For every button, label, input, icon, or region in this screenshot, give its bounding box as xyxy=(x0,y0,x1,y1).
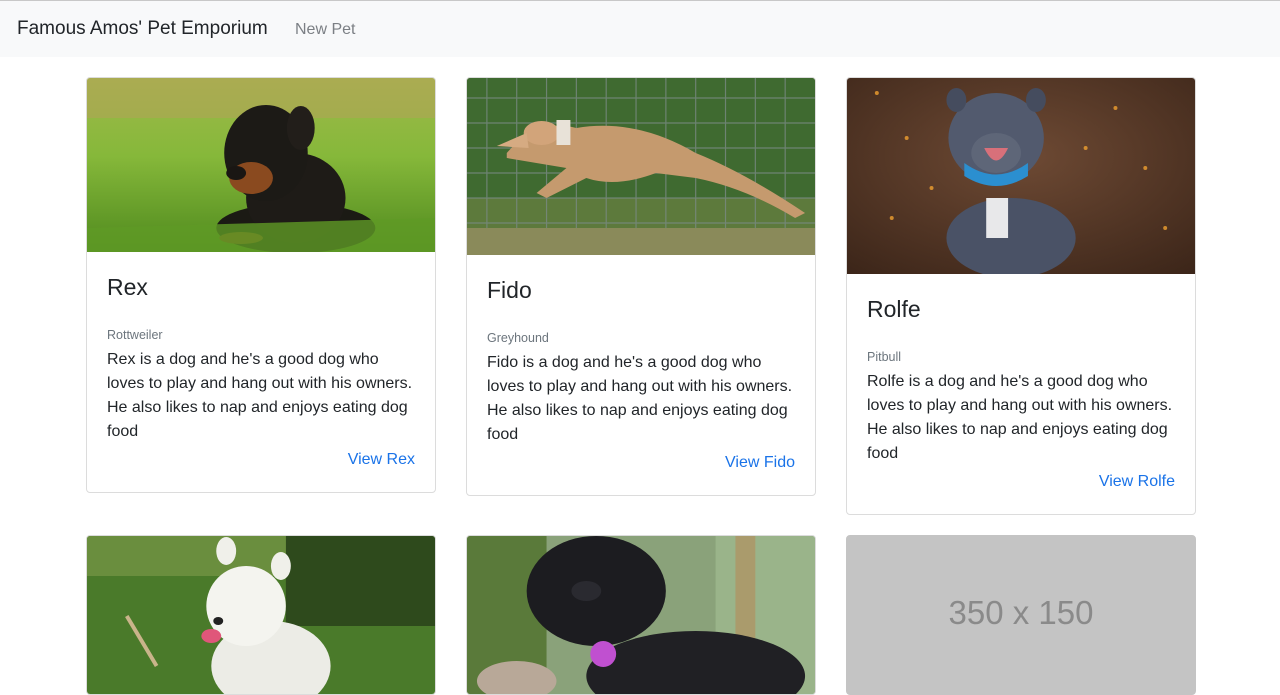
card-image-fido xyxy=(467,78,815,255)
pitbull-image xyxy=(847,78,1195,274)
view-rolfe-link[interactable]: View Rolfe xyxy=(1099,473,1175,491)
view-fido-link[interactable]: View Fido xyxy=(725,454,795,472)
placeholder-text: 350 x 150 xyxy=(948,594,1094,631)
brand-link[interactable]: Famous Amos' Pet Emporium xyxy=(17,18,268,40)
pet-card-rex: Rex Rottweiler Rex is a dog and he's a g… xyxy=(86,77,436,493)
pet-card-placeholder: 350 x 150 xyxy=(846,535,1196,695)
navbar: Famous Amos' Pet Emporium New Pet xyxy=(0,0,1280,57)
card-image-rolfe xyxy=(847,78,1195,274)
westie-image xyxy=(87,536,435,694)
pet-card-rolfe: Rolfe Pitbull Rolfe is a dog and he's a … xyxy=(846,77,1196,515)
card-image-rex xyxy=(87,78,435,252)
pet-breed: Rottweiler xyxy=(107,327,163,342)
pet-card-poodle xyxy=(466,535,816,695)
pet-description: Rolfe is a dog and he's a good dog who l… xyxy=(867,372,1173,462)
pet-description: Rex is a dog and he's a good dog who lov… xyxy=(107,350,413,440)
card-image-westie xyxy=(87,536,435,694)
card-image-placeholder: 350 x 150 xyxy=(847,536,1195,694)
poodle-image xyxy=(467,536,815,694)
card-image-poodle xyxy=(467,536,815,694)
pet-breed: Pitbull xyxy=(867,349,902,364)
card-body-rolfe: Rolfe Pitbull Rolfe is a dog and he's a … xyxy=(847,274,1195,466)
pet-card-fido: Fido Greyhound Fido is a dog and he's a … xyxy=(466,77,816,496)
pet-name: Rex xyxy=(107,274,148,300)
pet-name: Fido xyxy=(487,277,532,303)
pet-breed: Greyhound xyxy=(487,330,549,345)
pet-description: Fido is a dog and he's a good dog who lo… xyxy=(487,353,793,443)
card-body-rex: Rex Rottweiler Rex is a dog and he's a g… xyxy=(87,252,435,444)
view-rex-link[interactable]: View Rex xyxy=(348,451,415,469)
card-body-fido: Fido Greyhound Fido is a dog and he's a … xyxy=(467,255,815,447)
pet-card-westie xyxy=(86,535,436,695)
rottweiler-image xyxy=(87,78,435,252)
nav-new-pet-link[interactable]: New Pet xyxy=(295,21,355,39)
pet-name: Rolfe xyxy=(867,296,921,322)
greyhound-image xyxy=(467,78,815,255)
